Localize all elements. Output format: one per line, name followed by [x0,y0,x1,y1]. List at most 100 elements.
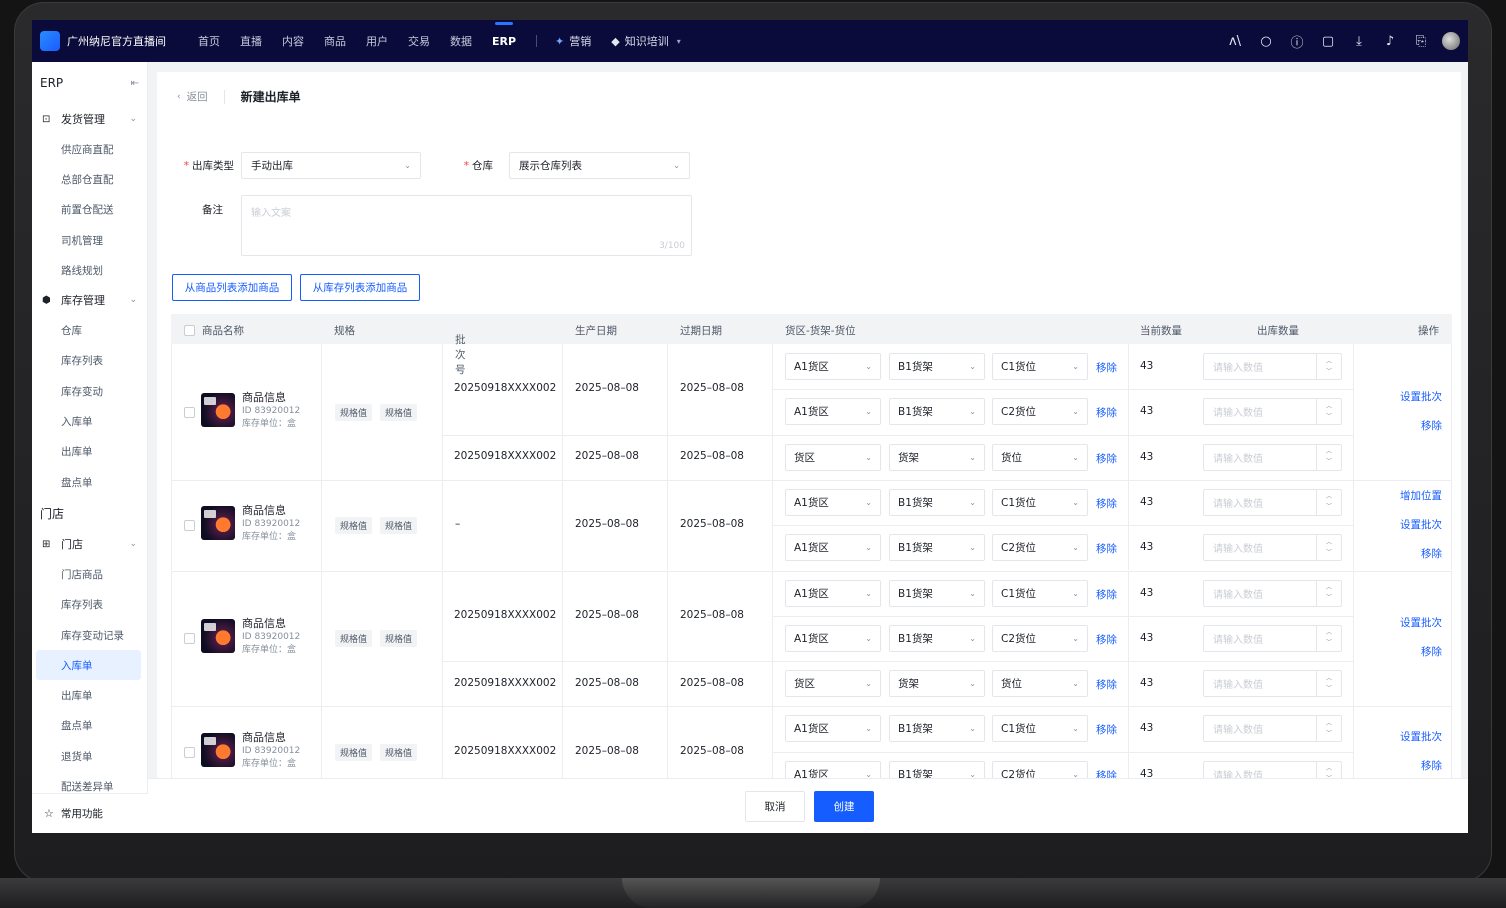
collapse-icon[interactable]: ⇤ [131,78,139,89]
out-qty-input[interactable]: 请输入数值︿﹀ [1203,670,1342,698]
chevron-up-icon[interactable]: ︿ [1326,674,1332,684]
remove-row-link[interactable]: 移除 [1421,644,1442,659]
remove-location-link[interactable]: 移除 [1096,677,1117,692]
nav-live[interactable]: 直播 [240,33,262,49]
out-qty-input[interactable]: 请输入数值︿﹀ [1203,715,1342,743]
chevron-up-icon[interactable]: ︿ [1326,628,1332,638]
qty-stepper[interactable]: ︿﹀ [1316,354,1341,379]
chevron-down-icon[interactable]: ﹀ [1326,548,1332,558]
nav-users[interactable]: 用户 [366,33,388,49]
add-position-link[interactable]: 增加位置 [1400,488,1442,503]
remove-location-link[interactable]: 移除 [1096,722,1117,737]
position-select[interactable]: C2货位 ⌄ [992,534,1088,562]
remove-location-link[interactable]: 移除 [1096,496,1117,511]
chevron-up-icon[interactable]: ︿ [1326,402,1332,412]
nav-data[interactable]: 数据 [450,33,472,49]
set-batch-link[interactable]: 设置批次 [1400,517,1442,532]
qty-stepper[interactable]: ︿﹀ [1316,625,1341,651]
out-qty-input[interactable]: 请输入数值︿﹀ [1203,443,1342,471]
zone-select[interactable]: A1货区 ⌄ [785,579,881,607]
shelf-select[interactable]: B1货架 ⌄ [889,579,985,607]
shelf-select[interactable]: 货架 ⌄ [889,670,985,698]
chevron-down-icon[interactable]: ﹀ [1326,638,1332,648]
position-select[interactable]: C2货位 ⌄ [992,624,1088,652]
sidebar-item-active[interactable]: 入库单 [36,650,141,681]
zone-select[interactable]: A1货区 ⌄ [785,353,881,380]
set-batch-link[interactable]: 设置批次 [1400,389,1442,404]
zone-select[interactable]: A1货区 ⌄ [785,760,881,778]
nav-trade[interactable]: 交易 [408,33,430,49]
remove-location-link[interactable]: 移除 [1096,768,1117,778]
zone-select[interactable]: A1货区 ⌄ [785,488,881,516]
out-type-select[interactable]: 手动出库 ⌄ [241,152,421,179]
out-qty-input[interactable]: 请输入数值︿﹀ [1203,624,1342,652]
position-select[interactable]: C1货位 ⌄ [992,715,1088,743]
qty-stepper[interactable]: ︿﹀ [1316,399,1341,425]
shelf-select[interactable]: B1货架 ⌄ [889,715,985,743]
brand[interactable]: 广州纳尼官方直播间 [40,31,190,51]
chevron-down-icon[interactable]: ﹀ [1326,457,1332,467]
shelf-select[interactable]: B1货架 ⌄ [889,488,985,516]
chevron-down-icon[interactable]: ﹀ [1326,367,1332,377]
chevron-down-icon[interactable]: ﹀ [1326,412,1332,422]
qty-stepper[interactable]: ︿﹀ [1316,761,1341,778]
set-batch-link[interactable]: 设置批次 [1400,615,1442,630]
sidebar-item[interactable]: 出库单 [32,680,147,710]
qty-stepper[interactable]: ︿﹀ [1316,444,1341,470]
sidebar-item[interactable]: 库存变动记录 [32,620,147,650]
out-qty-input[interactable]: 请输入数值︿﹀ [1203,760,1342,778]
sidebar-item[interactable]: 仓库 [32,315,147,345]
nav-content[interactable]: 内容 [282,33,304,49]
chevron-up-icon[interactable]: ︿ [1326,719,1332,729]
nav-erp[interactable]: ERP [492,21,516,48]
nav-training[interactable]: ◆ 知识培训 ▾ [611,33,680,49]
sidebar-item[interactable]: 出库单 [32,437,147,467]
sidebar-item[interactable]: 前置仓配送 [32,195,147,225]
qty-stepper[interactable]: ︿﹀ [1316,671,1341,697]
nav-marketing[interactable]: ✦ 营销 [555,33,591,49]
remove-row-link[interactable]: 移除 [1421,546,1442,561]
bell-icon[interactable]: ♪ [1379,30,1401,52]
shelf-select[interactable]: B1货架 ⌄ [889,624,985,652]
remove-location-link[interactable]: 移除 [1096,587,1117,602]
position-select[interactable]: C2货位 ⌄ [992,398,1088,426]
sidebar-footer[interactable]: ☆ 常用功能 [32,793,148,833]
export-icon[interactable]: ⎘ [1410,30,1432,52]
chevron-up-icon[interactable]: ︿ [1326,492,1332,502]
out-qty-input[interactable]: 请输入数值︿﹀ [1203,398,1342,426]
chevron-up-icon[interactable]: ︿ [1326,447,1332,457]
sidebar-item[interactable]: 总部仓直配 [32,164,147,194]
position-select[interactable]: C1货位 ⌄ [992,488,1088,516]
nav-home[interactable]: 首页 [198,33,220,49]
sidebar-item[interactable]: 司机管理 [32,225,147,255]
sidebar-item[interactable]: 盘点单 [32,711,147,741]
ai-icon[interactable]: ʌ\ [1224,30,1246,52]
qty-stepper[interactable]: ︿﹀ [1316,489,1341,515]
position-select[interactable]: C1货位 ⌄ [992,579,1088,607]
out-qty-input[interactable]: 请输入数值︿﹀ [1203,488,1342,516]
sidebar-group-inventory[interactable]: ⬢ 库存管理 ⌄ [32,285,147,315]
zone-select[interactable]: 货区 ⌄ [785,443,881,471]
remove-location-link[interactable]: 移除 [1096,541,1117,556]
sidebar-item[interactable]: 库存列表 [32,346,147,376]
row-checkbox[interactable] [184,633,195,645]
sidebar-group-store[interactable]: ⊞ 门店 ⌄ [32,529,147,559]
chevron-down-icon[interactable]: ﹀ [1326,593,1332,603]
position-select[interactable]: C2货位 ⌄ [992,760,1088,778]
bookmark-icon[interactable]: ▢ [1317,30,1339,52]
shelf-select[interactable]: B1货架 ⌄ [889,353,985,380]
sidebar-item[interactable]: 门店商品 [32,559,147,589]
position-select[interactable]: C1货位 ⌄ [992,353,1088,380]
row-checkbox[interactable] [184,406,195,418]
zone-select[interactable]: A1货区 ⌄ [785,715,881,743]
shelf-select[interactable]: B1货架 ⌄ [889,534,985,562]
chevron-down-icon[interactable]: ﹀ [1326,729,1332,739]
qty-stepper[interactable]: ︿﹀ [1316,535,1341,561]
select-all-checkbox[interactable] [184,325,195,336]
download-icon[interactable]: ⤓ [1348,30,1370,52]
remove-row-link[interactable]: 移除 [1421,758,1442,773]
out-qty-input[interactable]: 请输入数值︿﹀ [1203,534,1342,562]
chevron-up-icon[interactable]: ︿ [1326,357,1332,367]
qty-stepper[interactable]: ︿﹀ [1316,716,1341,742]
zone-select[interactable]: 货区 ⌄ [785,670,881,698]
